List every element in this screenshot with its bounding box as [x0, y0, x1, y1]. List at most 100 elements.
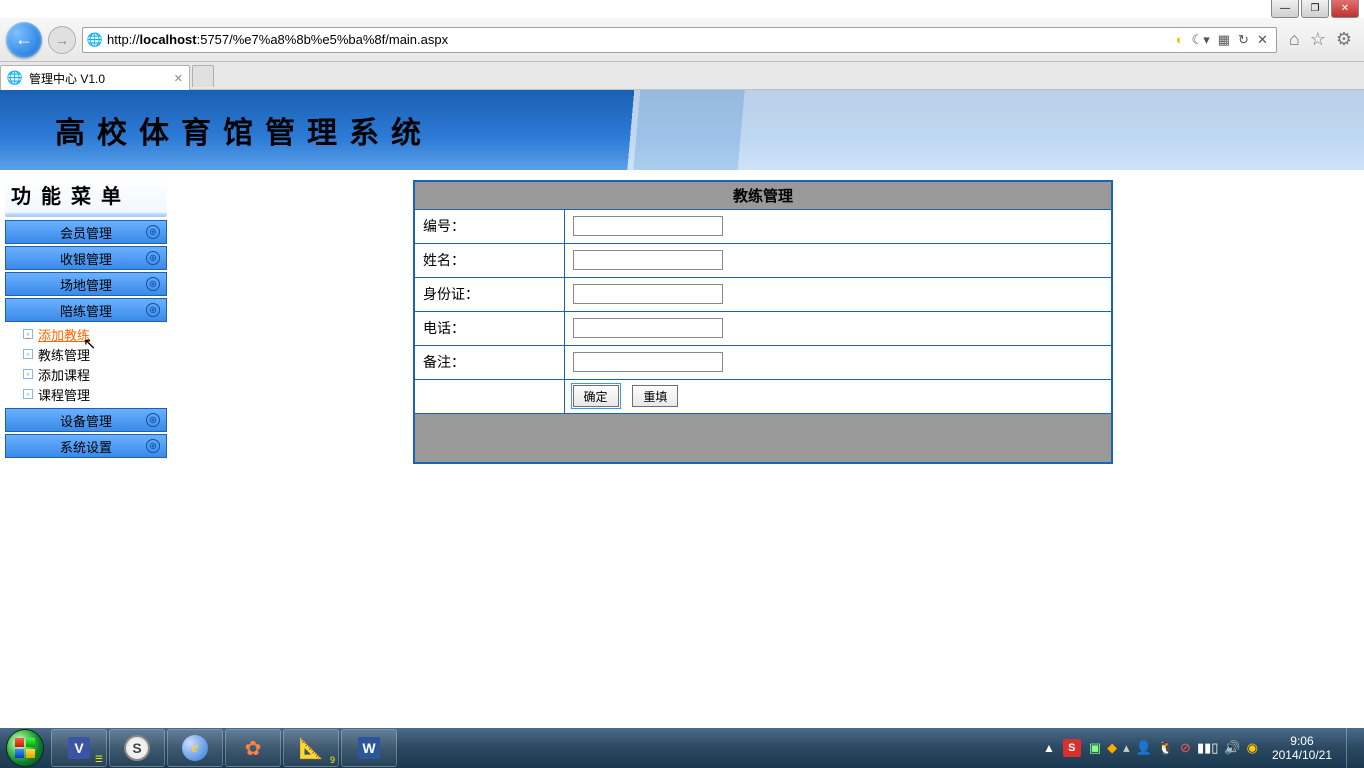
- submenu-label: 课程管理: [38, 385, 90, 404]
- sidebar-item-settings[interactable]: 系统设置 ⊕: [5, 434, 167, 458]
- input-id[interactable]: [573, 216, 723, 236]
- volume-icon[interactable]: 🔊: [1224, 740, 1240, 756]
- refresh-icon[interactable]: ↻: [1238, 32, 1249, 48]
- banner: 高校体育馆管理系统: [0, 90, 1364, 170]
- compat-icon[interactable]: ◐: [1176, 32, 1184, 47]
- tab-active[interactable]: 🌐 管理中心 V1.0 ✕: [0, 65, 190, 90]
- toolbar-right: ⌂ ☆ ⚙: [1283, 29, 1358, 50]
- table-row: 电话：: [414, 311, 1112, 345]
- tray-icon[interactable]: ◉: [1247, 740, 1258, 756]
- task-items: V☰ S e ✿ 📐9 W: [50, 728, 398, 768]
- browser-toolbar: ← → 🌐 http://localhost:5757/%e7%a8%8b%e5…: [0, 18, 1364, 62]
- sidebar: 功能菜单 会员管理⊕ 收银管理⊕ 场地管理⊕ 陪练管理⊕ ▫ 添加教练 ▫教练管理…: [0, 170, 172, 728]
- address-icons: ◐ ☾▾ ▦ ↻ ✕: [1172, 32, 1272, 48]
- submit-button[interactable]: 确定: [573, 385, 619, 407]
- input-idcard[interactable]: [573, 284, 723, 304]
- tray-icon[interactable]: ⊘: [1180, 740, 1191, 756]
- expand-icon: ⊕: [146, 251, 160, 265]
- task-ie[interactable]: e: [167, 729, 223, 767]
- reset-button[interactable]: 重填: [632, 385, 678, 407]
- content-wrap: 功能菜单 会员管理⊕ 收银管理⊕ 场地管理⊕ 陪练管理⊕ ▫添加教练 ▫教练管理…: [0, 170, 1364, 728]
- submenu-add-coach[interactable]: ▫ 添加教练: [23, 324, 167, 344]
- sidebar-item-label: 设备管理: [60, 411, 112, 430]
- table-row: 确定 重填: [414, 379, 1112, 413]
- input-phone[interactable]: [573, 318, 723, 338]
- task-app2[interactable]: 📐9: [283, 729, 339, 767]
- form-title: 教练管理: [414, 181, 1112, 209]
- submenu-label: 添加教练: [38, 325, 90, 344]
- tray-icons: ▣ ◆ ▴ 👤 🐧 ⊘ ▮▮▯ 🔊 ◉: [1089, 740, 1258, 756]
- sidebar-title: 功能菜单: [5, 176, 167, 213]
- new-tab-button[interactable]: [192, 65, 214, 87]
- address-bar[interactable]: 🌐 http://localhost:5757/%e7%a8%8b%e5%ba%…: [82, 27, 1277, 53]
- form-footer-row: [414, 413, 1112, 463]
- sidebar-item-equipment[interactable]: 设备管理 ⊕: [5, 408, 167, 432]
- tray-icon[interactable]: ◆: [1107, 740, 1117, 756]
- sidebar-item-label: 系统设置: [60, 437, 112, 456]
- date-text: 2014/10/21: [1272, 748, 1332, 762]
- task-word[interactable]: W: [341, 729, 397, 767]
- table-row: 备注：: [414, 345, 1112, 379]
- expand-icon: ⊕: [146, 277, 160, 291]
- word-icon: W: [358, 737, 380, 759]
- bullet-icon: ▫: [23, 349, 33, 359]
- task-visio[interactable]: V☰: [51, 729, 107, 767]
- sidebar-item-cashier[interactable]: 收银管理⊕: [5, 246, 167, 270]
- feed-icon[interactable]: ▦: [1218, 32, 1230, 48]
- close-button[interactable]: ✕: [1331, 0, 1359, 18]
- expand-icon: ⊕: [146, 439, 160, 453]
- submenu-coach-manage[interactable]: ▫教练管理: [23, 344, 167, 364]
- gear-icon[interactable]: ⚙: [1336, 29, 1352, 50]
- sidebar-divider: [5, 213, 167, 217]
- input-remark[interactable]: [573, 352, 723, 372]
- url-protocol: http://: [107, 32, 140, 47]
- ie-favicon-icon: 🌐: [87, 32, 103, 48]
- submenu-add-course[interactable]: ▫ 添加课程: [23, 364, 167, 384]
- bullet-icon: ▫: [23, 369, 33, 379]
- table-row: 编号：: [414, 209, 1112, 243]
- ime-indicator[interactable]: S: [1063, 739, 1081, 757]
- label-idcard: 身份证：: [414, 277, 564, 311]
- home-icon[interactable]: ⌂: [1289, 29, 1300, 50]
- table-row: 姓名：: [414, 243, 1112, 277]
- input-name[interactable]: [573, 250, 723, 270]
- minimize-button[interactable]: —: [1271, 0, 1299, 18]
- submenu-label: 添加课程: [38, 365, 90, 384]
- start-button[interactable]: [6, 729, 44, 767]
- back-button[interactable]: ←: [6, 22, 42, 58]
- compat-dropdown-icon[interactable]: ☾▾: [1192, 32, 1210, 48]
- show-desktop-button[interactable]: [1346, 728, 1360, 768]
- app-icon: 📐: [299, 736, 324, 761]
- tray-icon[interactable]: ▣: [1089, 740, 1101, 756]
- sidebar-item-coach[interactable]: 陪练管理⊕: [5, 298, 167, 322]
- sidebar-item-venue[interactable]: 场地管理⊕: [5, 272, 167, 296]
- window-controls: — ❐ ✕: [1271, 0, 1359, 20]
- coach-form-table: 教练管理 编号： 姓名： 身份证： 电话： 备注： 确定 重填: [413, 180, 1113, 464]
- network-icon[interactable]: ▮▮▯: [1197, 740, 1218, 756]
- visio-icon: V: [68, 737, 90, 759]
- tray-icon[interactable]: ▴: [1123, 740, 1130, 756]
- bullet-icon: ▫: [23, 329, 33, 339]
- tray-expand-icon[interactable]: ▲: [1043, 741, 1055, 755]
- clock[interactable]: 9:06 2014/10/21: [1266, 734, 1338, 763]
- taskbar: V☰ S e ✿ 📐9 W ▲ S ▣ ◆ ▴ 👤 🐧 ⊘ ▮▮▯ 🔊 ◉ 9:…: [0, 728, 1364, 768]
- expand-icon: ⊕: [146, 413, 160, 427]
- tray-icon[interactable]: 🐧: [1158, 740, 1174, 756]
- ie-icon: e: [182, 735, 208, 761]
- url-text: http://localhost:5757/%e7%a8%8b%e5%ba%8f…: [107, 32, 1168, 47]
- tray-icon[interactable]: 👤: [1136, 740, 1152, 756]
- forward-button[interactable]: →: [48, 26, 76, 54]
- task-browser[interactable]: S: [109, 729, 165, 767]
- banner-decoration: [564, 90, 1364, 170]
- url-host: localhost: [140, 32, 197, 47]
- maximize-button[interactable]: ❐: [1301, 0, 1329, 18]
- sidebar-item-members[interactable]: 会员管理⊕: [5, 220, 167, 244]
- tab-close-icon[interactable]: ✕: [174, 72, 183, 85]
- label-phone: 电话：: [414, 311, 564, 345]
- stop-icon[interactable]: ✕: [1257, 32, 1268, 48]
- favorites-icon[interactable]: ☆: [1310, 29, 1326, 50]
- submenu-course-manage[interactable]: ▫课程管理: [23, 384, 167, 404]
- task-app1[interactable]: ✿: [225, 729, 281, 767]
- system-tray: ▲ S ▣ ◆ ▴ 👤 🐧 ⊘ ▮▮▯ 🔊 ◉ 9:06 2014/10/21: [1039, 728, 1364, 768]
- tab-title: 管理中心 V1.0: [29, 70, 105, 87]
